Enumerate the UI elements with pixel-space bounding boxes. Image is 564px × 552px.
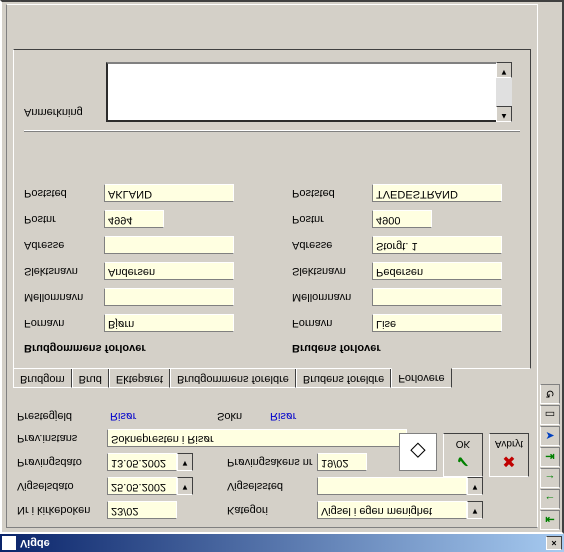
tab-brudens-foreldre[interactable]: Brudens foreldre [296,368,391,388]
vigselsdato-picker-icon[interactable]: ▼ [177,477,193,495]
g-slektsnavn-field[interactable]: Andersen [104,262,234,280]
b-poststed-field[interactable]: TVEDESTRAND [372,184,502,202]
arrow-first-icon: ⇥ [545,451,554,464]
b-postnr-label: Postnr [292,213,372,225]
blue-arrow-icon: ➤ [545,430,554,443]
refresh-icon: ↻ [545,388,554,401]
b-fornavn-field[interactable]: Lise [372,314,502,332]
scroll-down-icon[interactable]: ▼ [496,62,512,78]
remark-textarea[interactable] [106,62,506,122]
vigselssted-label: Vigselssted [227,480,317,492]
provingsdato-label: Prøvingsdato [17,456,107,468]
remark-scrollbar[interactable]: ▲ ▼ [496,62,512,122]
scroll-up-icon[interactable]: ▲ [496,106,512,122]
nav-last-button[interactable]: ⇤ [540,510,560,530]
tab-ekteparet[interactable]: Ekteparet [109,368,170,388]
g-adresse-label: Adresse [24,239,104,251]
remark-label: Anmerkning [24,106,83,118]
vigselssted-field[interactable] [317,477,467,495]
g-slektsnavn-label: Slektsnavn [24,265,104,277]
g-postnr-field[interactable]: 4994 [104,210,164,228]
g-mellomnavn-label: Mellomnavn [24,291,104,303]
g-adresse-field[interactable] [104,236,234,254]
tab-brudgom[interactable]: Brudgom [13,368,72,388]
nav-first-button[interactable]: ⇥ [540,447,560,467]
kategori-field[interactable]: Vigsel i egen menighet [317,501,467,519]
groom-witness-heading: Brudgommens forlover [24,342,252,354]
kategori-dropdown-icon[interactable]: ▼ [467,501,483,519]
provingsdato-picker-icon[interactable]: ▼ [177,453,193,471]
b-slektsnavn-field[interactable]: Pedersen [372,262,502,280]
provinstans-label: Prøv.instans [17,432,107,444]
window-title: Vigde [20,537,544,549]
sokn-link[interactable]: Risør [267,409,299,423]
g-fornavn-label: Fornavn [24,317,104,329]
nav-prev-button[interactable]: ← [540,489,560,509]
provingsdato-field[interactable]: 13.05.2002 [107,453,177,471]
arrow-right-icon: → [545,472,556,484]
tab-brudgommens-foreldre[interactable]: Brudgommens foreldre [170,368,296,388]
g-poststed-field[interactable]: AKLAND [104,184,234,202]
titlebar: Vigde × [0,534,564,552]
b-postnr-field[interactable]: 4900 [372,210,432,228]
tab-forlovere[interactable]: Forlovere [391,368,451,388]
arrow-left-icon: ← [545,493,556,505]
provingsakens-field[interactable]: 19/02 [317,453,367,471]
b-adresse-label: Adresse [292,239,372,251]
vigselsdato-label: Vigselsdato [17,480,107,492]
scroll-track[interactable] [496,78,512,106]
b-poststed-label: Poststed [292,187,372,199]
provingsakens-label: Prøvingsakens nr [227,456,317,468]
g-mellomnavn-field[interactable] [104,288,234,306]
tabs: Brudgom Brud Ekteparet Brudgommens forel… [7,368,537,388]
vigselsdato-field[interactable]: 25.05.2002 [107,477,177,495]
vigselssted-dropdown-icon[interactable]: ▼ [467,477,483,495]
provinstans-field[interactable]: Soknepresten i Risør [107,429,407,447]
close-button[interactable]: × [546,536,562,550]
kategori-label: Kategori [227,504,317,516]
tab-panel-forlovere: Brudgommens forlover FornavnBjørn Mellom… [13,49,531,369]
cancel-x-icon: ✖ [502,452,515,472]
bride-witness-heading: Brudens forlover [292,342,520,354]
tool-blue-button[interactable]: ➤ [540,426,560,446]
tool-book-button[interactable]: ▭ [540,405,560,425]
divider [24,130,520,132]
ok-label: OK [456,439,470,450]
nr-label: Nr i kirkeboken [17,504,107,516]
document-icon-1[interactable]: ◇ [399,433,437,471]
nav-next-button[interactable]: → [540,468,560,488]
cancel-label: Avbryt [495,439,523,450]
cancel-button[interactable]: ✖ Avbryt [489,433,529,477]
app-icon [2,536,16,550]
prestegjeld-label: Prestegjeld [17,410,107,422]
g-fornavn-field[interactable]: Bjørn [104,314,234,332]
prestegjeld-link[interactable]: Risør [107,409,217,423]
tool-refresh-button[interactable]: ↻ [540,384,560,404]
tab-brud[interactable]: Brud [72,368,109,388]
g-poststed-label: Poststed [24,187,104,199]
sokn-label: Sokn [217,410,267,422]
b-adresse-field[interactable]: Storgt. 1 [372,236,502,254]
b-slektsnavn-label: Slektsnavn [292,265,372,277]
side-toolbar: ⇤ ← → ⇥ ➤ ▭ ↻ [540,384,560,530]
nr-field[interactable]: 23/02 [107,501,177,519]
b-fornavn-label: Fornavn [292,317,372,329]
ok-button[interactable]: ✔ OK [443,433,483,477]
b-mellomnavn-label: Mellomnavn [292,291,372,303]
book-icon: ▭ [545,409,555,422]
arrow-last-icon: ⇤ [545,514,554,527]
b-mellomnavn-field[interactable] [372,288,502,306]
g-postnr-label: Postnr [24,213,104,225]
checkmark-icon: ✔ [456,452,469,472]
